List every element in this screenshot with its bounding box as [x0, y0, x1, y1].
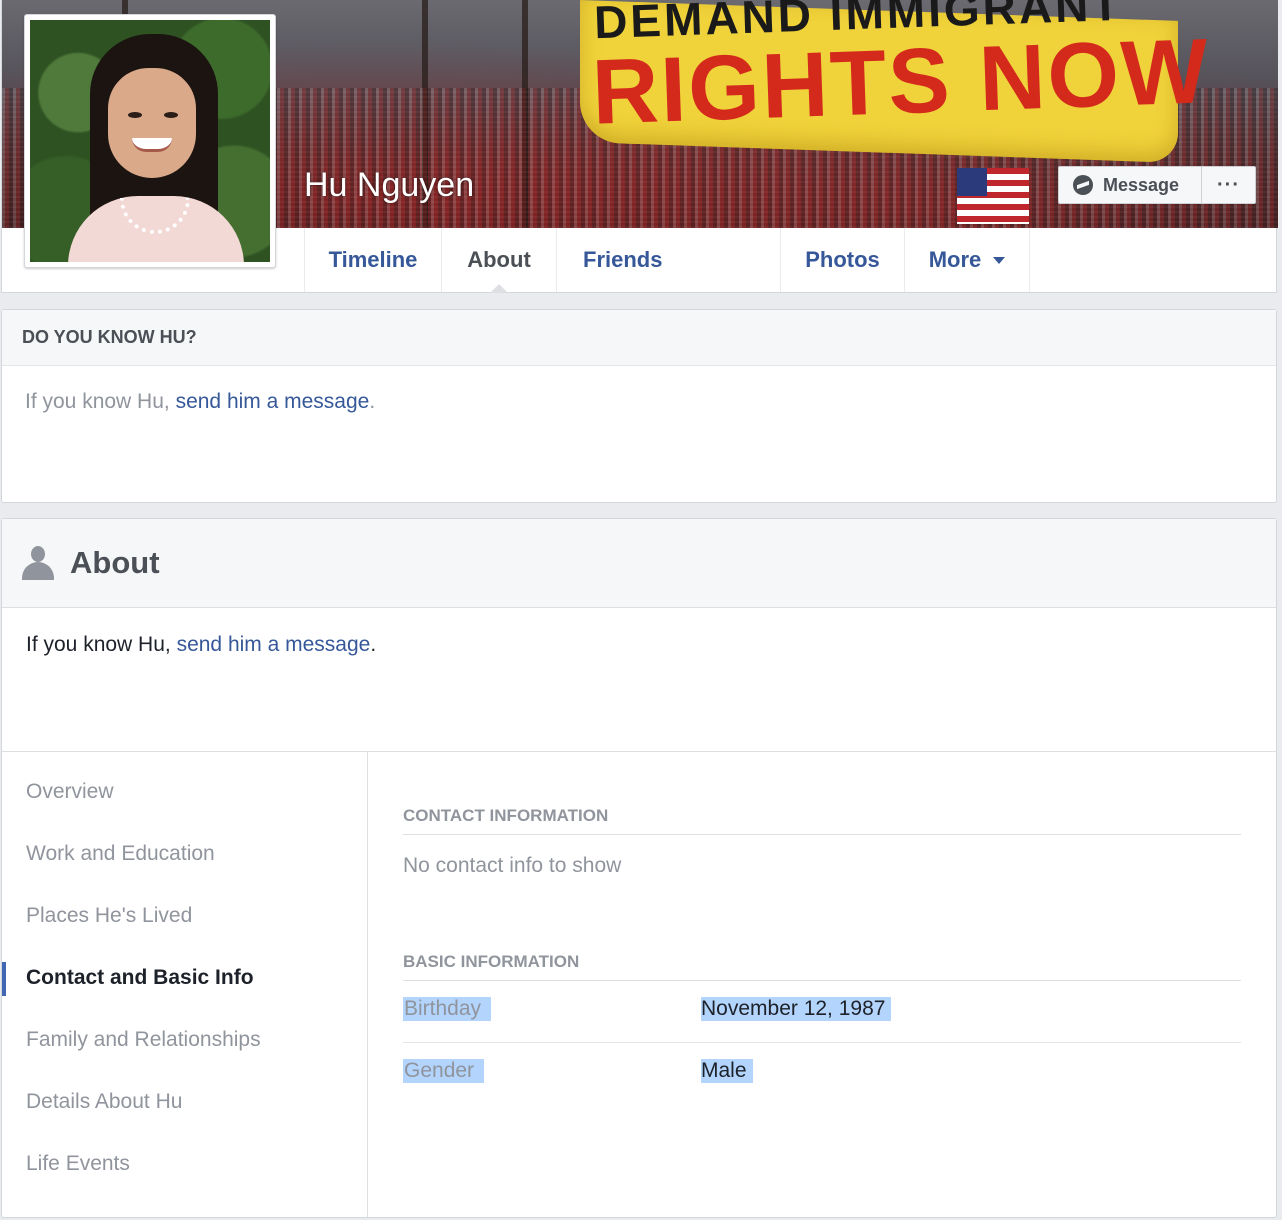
- message-button[interactable]: Message: [1058, 166, 1202, 204]
- tab-friends[interactable]: Friends: [556, 228, 780, 292]
- no-contact-info: No contact info to show: [403, 854, 622, 877]
- info-value: Male: [701, 1059, 753, 1083]
- do-you-know-title: DO YOU KNOW HU?: [2, 310, 1276, 366]
- profile-photo: [30, 20, 270, 262]
- tab-timeline[interactable]: Timeline: [304, 228, 441, 292]
- about-nav-contact-basic-info[interactable]: Contact and Basic Info: [26, 966, 254, 990]
- message-button-label: Message: [1103, 174, 1180, 195]
- profile-name[interactable]: Hu Nguyen: [304, 166, 474, 205]
- person-icon: [22, 546, 54, 580]
- info-label: Gender: [403, 1059, 485, 1083]
- about-nav-family-relationships[interactable]: Family and Relationships: [26, 1028, 261, 1052]
- do-you-know-card: DO YOU KNOW HU? If you know Hu, send him…: [1, 309, 1277, 503]
- tab-more[interactable]: More: [904, 228, 1030, 292]
- send-message-link[interactable]: send him a message: [176, 390, 370, 413]
- tab-photos[interactable]: Photos: [780, 228, 904, 292]
- photo-eye: [164, 112, 178, 118]
- active-nav-marker: [2, 962, 6, 996]
- info-value: November 12, 1987: [701, 997, 892, 1021]
- tab-about[interactable]: About: [441, 228, 556, 293]
- profile-tabs: Timeline About Friends Photos More: [304, 228, 1030, 293]
- about-title[interactable]: About: [70, 545, 160, 581]
- basic-info-heading: BASIC INFORMATION: [403, 952, 1241, 981]
- info-label: Birthday: [403, 997, 492, 1021]
- messenger-icon: [1073, 175, 1093, 195]
- do-you-know-suffix: .: [369, 390, 376, 413]
- about-nav-places-lived[interactable]: Places He's Lived: [26, 904, 192, 928]
- tab-label: Timeline: [328, 247, 418, 272]
- do-you-know-prefix: If you know Hu,: [25, 390, 176, 413]
- cover-banner-text-main: RIGHTS NOW: [590, 20, 1212, 144]
- about-intro-prefix: If you know Hu,: [26, 633, 177, 656]
- photo-face: [108, 68, 196, 178]
- tab-label: Photos: [805, 247, 880, 272]
- tab-label: Friends: [583, 247, 663, 272]
- contact-info-heading: CONTACT INFORMATION: [403, 806, 1241, 835]
- about-intro: If you know Hu, send him a message.: [2, 608, 1276, 752]
- about-card: About If you know Hu, send him a message…: [1, 518, 1277, 1218]
- about-intro-suffix: .: [370, 633, 377, 656]
- more-options-button[interactable]: ···: [1202, 166, 1256, 204]
- about-nav-details[interactable]: Details About Hu: [26, 1090, 182, 1114]
- cover-flag: [957, 168, 1029, 224]
- about-nav-overview[interactable]: Overview: [26, 780, 114, 804]
- tab-label: More: [928, 247, 982, 272]
- about-nav: Overview Work and Education Places He's …: [2, 752, 368, 1217]
- caret-down-icon: [993, 256, 1006, 264]
- about-nav-work-education[interactable]: Work and Education: [26, 842, 215, 866]
- do-you-know-text: If you know Hu, send him a message.: [2, 366, 1276, 414]
- photo-eye: [128, 112, 142, 118]
- about-nav-life-events[interactable]: Life Events: [26, 1152, 130, 1176]
- info-row-birthday: Birthday November 12, 1987: [403, 981, 1241, 1043]
- tab-label: About: [467, 247, 531, 272]
- profile-picture[interactable]: [24, 14, 276, 268]
- info-row-gender: Gender Male: [403, 1043, 1241, 1105]
- about-header: About: [2, 519, 1276, 608]
- ellipsis-icon: ···: [1217, 173, 1240, 196]
- profile-actions: Message ···: [1058, 166, 1256, 204]
- send-message-link[interactable]: send him a message: [177, 633, 371, 656]
